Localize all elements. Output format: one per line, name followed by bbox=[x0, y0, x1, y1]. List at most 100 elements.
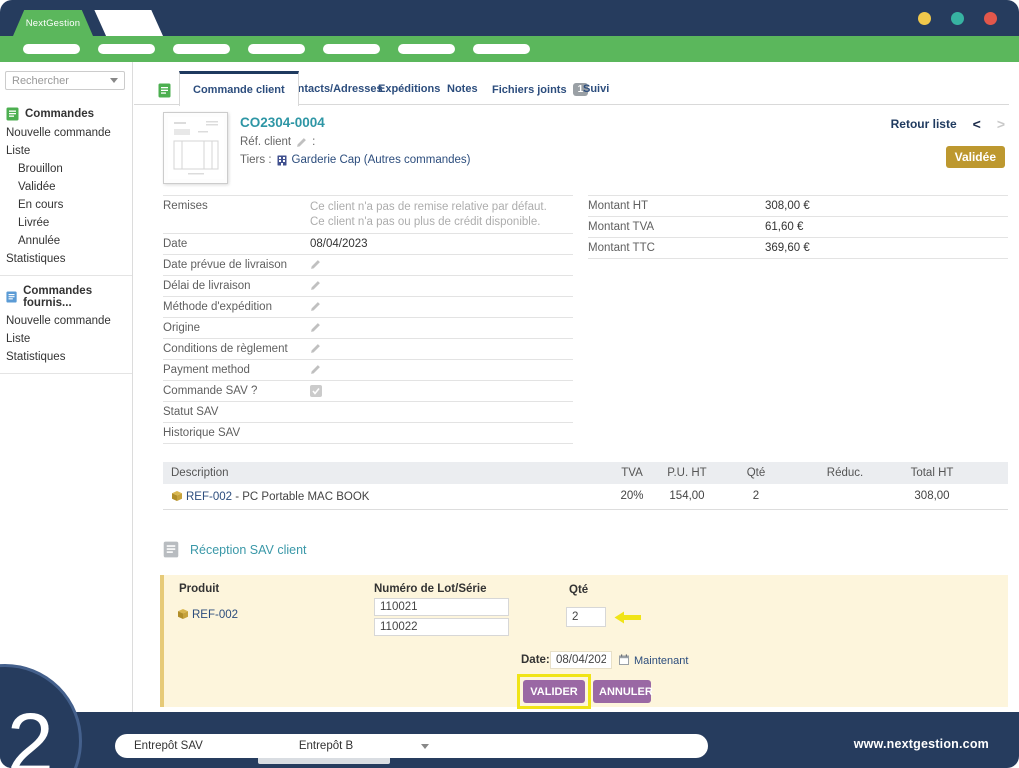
sidebar-item-nouvelle-commande-fournisseur[interactable]: Nouvelle commande bbox=[0, 312, 132, 330]
qte-header: Qté bbox=[569, 584, 588, 596]
product-ref-link[interactable]: REF-002 bbox=[186, 491, 232, 503]
section-title: Commandes fournis... bbox=[23, 285, 126, 309]
checkbox-checked[interactable] bbox=[310, 385, 322, 397]
pencil-icon[interactable] bbox=[310, 280, 321, 291]
sidebar-item-liste[interactable]: Liste bbox=[0, 142, 132, 160]
brand-logo[interactable]: NextGestion bbox=[13, 10, 93, 36]
next-record-arrow[interactable]: > bbox=[997, 117, 1005, 131]
product-description: - PC Portable MAC BOOK bbox=[232, 491, 369, 503]
menubar-item[interactable] bbox=[173, 44, 230, 54]
sidebar-divider bbox=[0, 373, 132, 374]
warehouse-select[interactable]: Entrepôt B bbox=[299, 740, 429, 752]
sidebar-item-annulee[interactable]: Annulée bbox=[0, 232, 132, 250]
tab-suivi[interactable]: Suivi bbox=[583, 83, 609, 95]
header-tab-blank[interactable] bbox=[85, 10, 163, 36]
previous-record-arrow[interactable]: < bbox=[973, 117, 981, 131]
menubar-item[interactable] bbox=[23, 44, 80, 54]
window-controls bbox=[918, 12, 997, 25]
window-dot-yellow[interactable] bbox=[918, 12, 931, 25]
field-label: Remises bbox=[163, 200, 310, 212]
sidebar-item-validee[interactable]: Validée bbox=[0, 178, 132, 196]
step-number: 2 bbox=[7, 701, 54, 768]
pencil-icon[interactable] bbox=[310, 322, 321, 333]
column-header: P.U. HT bbox=[661, 462, 713, 484]
sidebar-item-statistiques[interactable]: Statistiques bbox=[0, 250, 132, 268]
menubar-item[interactable] bbox=[98, 44, 155, 54]
document-thumbnail[interactable] bbox=[163, 112, 228, 184]
order-number: CO2304-0004 bbox=[240, 115, 325, 130]
field-row-historique-sav: Historique SAV bbox=[163, 423, 573, 444]
pencil-icon[interactable] bbox=[310, 343, 321, 354]
maintenant-link[interactable]: Maintenant bbox=[634, 655, 688, 667]
column-header: Qté bbox=[713, 462, 799, 484]
totals-table: Montant HT 308,00 € Montant TVA 61,60 € … bbox=[588, 195, 1008, 259]
field-row-remises: Remises Ce client n'a pas de remise rela… bbox=[163, 196, 573, 234]
sav-reception-panel: Produit Numéro de Lot/Série Qté REF-002 … bbox=[160, 575, 1008, 707]
menubar-item[interactable] bbox=[248, 44, 305, 54]
sidebar-item-liste-fournisseur[interactable]: Liste bbox=[0, 330, 132, 348]
sidebar-item-livree[interactable]: Livrée bbox=[0, 214, 132, 232]
sidebar-section-commandes-fournisseurs[interactable]: Commandes fournis... bbox=[0, 282, 132, 312]
menubar-item[interactable] bbox=[398, 44, 455, 54]
warehouse-pill: Entrepôt SAV Entrepôt B bbox=[115, 734, 708, 758]
valider-button[interactable]: VALIDER bbox=[523, 680, 585, 703]
sav-section-title: Réception SAV client bbox=[163, 541, 307, 558]
order-lines-table: Description TVA P.U. HT Qté Réduc. Total… bbox=[163, 462, 1008, 510]
tab-fichiers-joints[interactable]: Fichiers joints1 bbox=[492, 83, 588, 96]
search-input[interactable]: Rechercher bbox=[5, 71, 125, 90]
pencil-icon[interactable] bbox=[310, 364, 321, 375]
field-row-conditions: Conditions de règlement bbox=[163, 339, 573, 360]
field-value: Ce client n'a pas de remise relative par… bbox=[310, 200, 547, 230]
valider-highlight-box: VALIDER bbox=[517, 674, 591, 709]
total-label: Montant HT bbox=[588, 200, 765, 212]
sidebar-item-brouillon[interactable]: Brouillon bbox=[0, 160, 132, 178]
warehouse-selected-value: Entrepôt B bbox=[299, 740, 353, 752]
tab-notes[interactable]: Notes bbox=[447, 83, 478, 95]
tab-commande-client[interactable]: Commande client bbox=[179, 71, 299, 106]
pencil-icon[interactable] bbox=[310, 259, 321, 270]
annuler-button[interactable]: ANNULER bbox=[593, 680, 651, 703]
lot-serial-input-2[interactable] bbox=[374, 618, 509, 636]
ref-colon: : bbox=[312, 136, 315, 148]
tiers-link[interactable]: Garderie Cap (Autres commandes) bbox=[292, 154, 471, 166]
product-cube-icon bbox=[171, 490, 183, 502]
line-spacer-cell bbox=[973, 484, 1008, 509]
sidebar-item-nouvelle-commande[interactable]: Nouvelle commande bbox=[0, 124, 132, 142]
column-header: Réduc. bbox=[799, 462, 891, 484]
sav-product-ref-link[interactable]: REF-002 bbox=[192, 609, 238, 621]
retour-liste-link[interactable]: Retour liste bbox=[891, 117, 957, 131]
menubar-item[interactable] bbox=[323, 44, 380, 54]
menubar-item[interactable] bbox=[473, 44, 530, 54]
field-row-methode: Méthode d'expédition bbox=[163, 297, 573, 318]
field-label: Commande SAV ? bbox=[163, 385, 310, 397]
field-value: 08/04/2023 bbox=[310, 238, 368, 250]
product-cube-icon bbox=[177, 608, 189, 620]
field-label: Payment method bbox=[163, 364, 310, 376]
sidebar-menu: Commandes Nouvelle commande Liste Brouil… bbox=[0, 98, 132, 374]
field-label: Conditions de règlement bbox=[163, 343, 310, 355]
field-label: Origine bbox=[163, 322, 310, 334]
footer-bar: Entrepôt SAV Entrepôt B www.nextgestion.… bbox=[0, 712, 1019, 768]
field-row-date: Date 08/04/2023 bbox=[163, 234, 573, 255]
sidebar-item-statistiques-fournisseur[interactable]: Statistiques bbox=[0, 348, 132, 366]
section-title: Commandes bbox=[25, 108, 94, 120]
window-dot-teal[interactable] bbox=[951, 12, 964, 25]
pencil-icon[interactable] bbox=[296, 137, 307, 148]
tab-expeditions[interactable]: Expéditions bbox=[378, 83, 440, 95]
calendar-icon[interactable] bbox=[619, 654, 629, 665]
search-placeholder: Rechercher bbox=[12, 75, 69, 87]
lot-serial-input-1[interactable] bbox=[374, 598, 509, 616]
field-label: Date prévue de livraison bbox=[163, 259, 310, 271]
main-content: Commande client Contacts/Adresses Expédi… bbox=[134, 62, 1019, 712]
table-header-row: Description TVA P.U. HT Qté Réduc. Total… bbox=[163, 462, 1008, 484]
qty-input[interactable] bbox=[566, 607, 606, 627]
window-dot-red[interactable] bbox=[984, 12, 997, 25]
sav-date-input[interactable] bbox=[550, 651, 612, 669]
field-row-origine: Origine bbox=[163, 318, 573, 339]
field-row-date-prevue: Date prévue de livraison bbox=[163, 255, 573, 276]
total-value: 369,60 € bbox=[765, 242, 810, 254]
pencil-icon[interactable] bbox=[310, 301, 321, 312]
column-header: TVA bbox=[603, 462, 661, 484]
sidebar-section-commandes[interactable]: Commandes bbox=[0, 104, 132, 124]
sidebar-item-en-cours[interactable]: En cours bbox=[0, 196, 132, 214]
